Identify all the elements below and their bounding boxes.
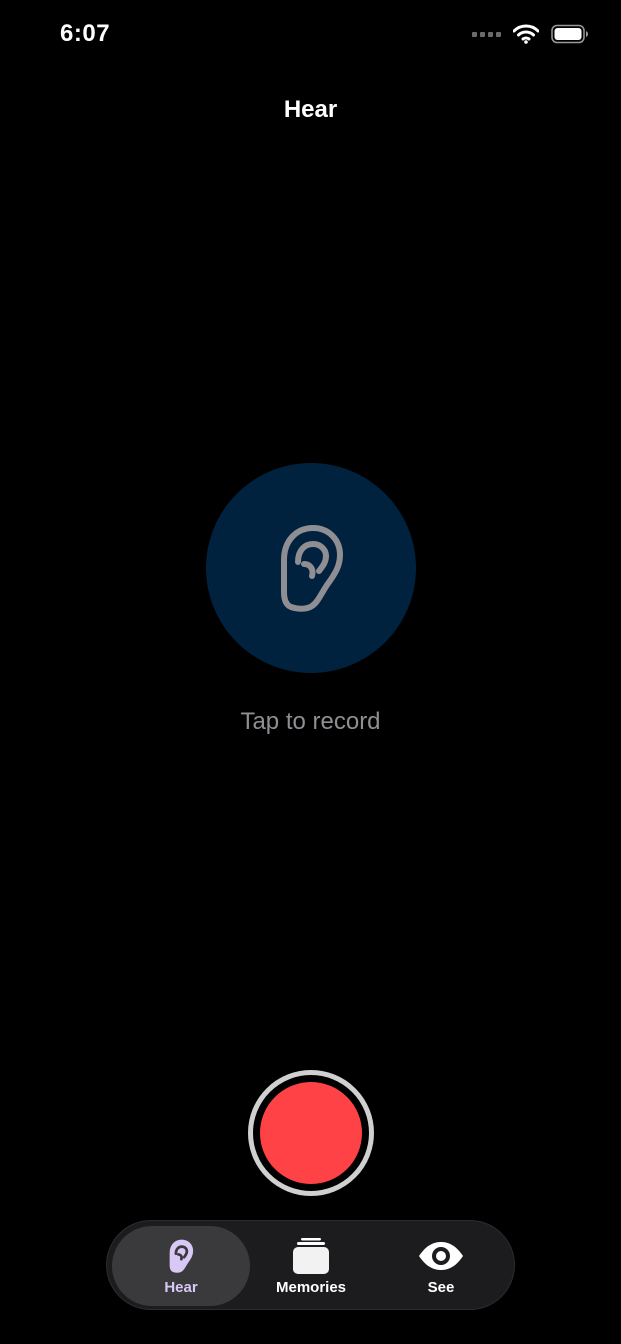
ear-icon — [281, 525, 343, 612]
record-dot — [260, 1082, 362, 1184]
hear-circle[interactable] — [206, 463, 416, 673]
tab-label: See — [427, 1278, 455, 1296]
status-time: 6:07 — [60, 20, 111, 47]
status-icons — [472, 24, 589, 44]
signal-dots-icon — [472, 31, 501, 37]
tab-hear[interactable]: Hear — [112, 1226, 250, 1306]
battery-icon — [551, 24, 588, 44]
tab-label: Memories — [275, 1278, 347, 1296]
status-bar: 6:07 — [0, 0, 621, 70]
eye-icon — [417, 1237, 465, 1275]
tab-label: Hear — [164, 1278, 198, 1296]
ear-icon — [167, 1237, 195, 1275]
stack-icon — [292, 1237, 330, 1275]
tab-memories[interactable]: Memories — [242, 1226, 380, 1306]
page-title: Hear — [283, 96, 338, 123]
wifi-icon — [513, 24, 539, 44]
tap-to-record-hint: Tap to record — [240, 708, 381, 735]
tab-see[interactable]: See — [372, 1226, 510, 1306]
tab-bar: Hear Memories See — [106, 1220, 515, 1310]
record-button[interactable] — [248, 1070, 374, 1196]
